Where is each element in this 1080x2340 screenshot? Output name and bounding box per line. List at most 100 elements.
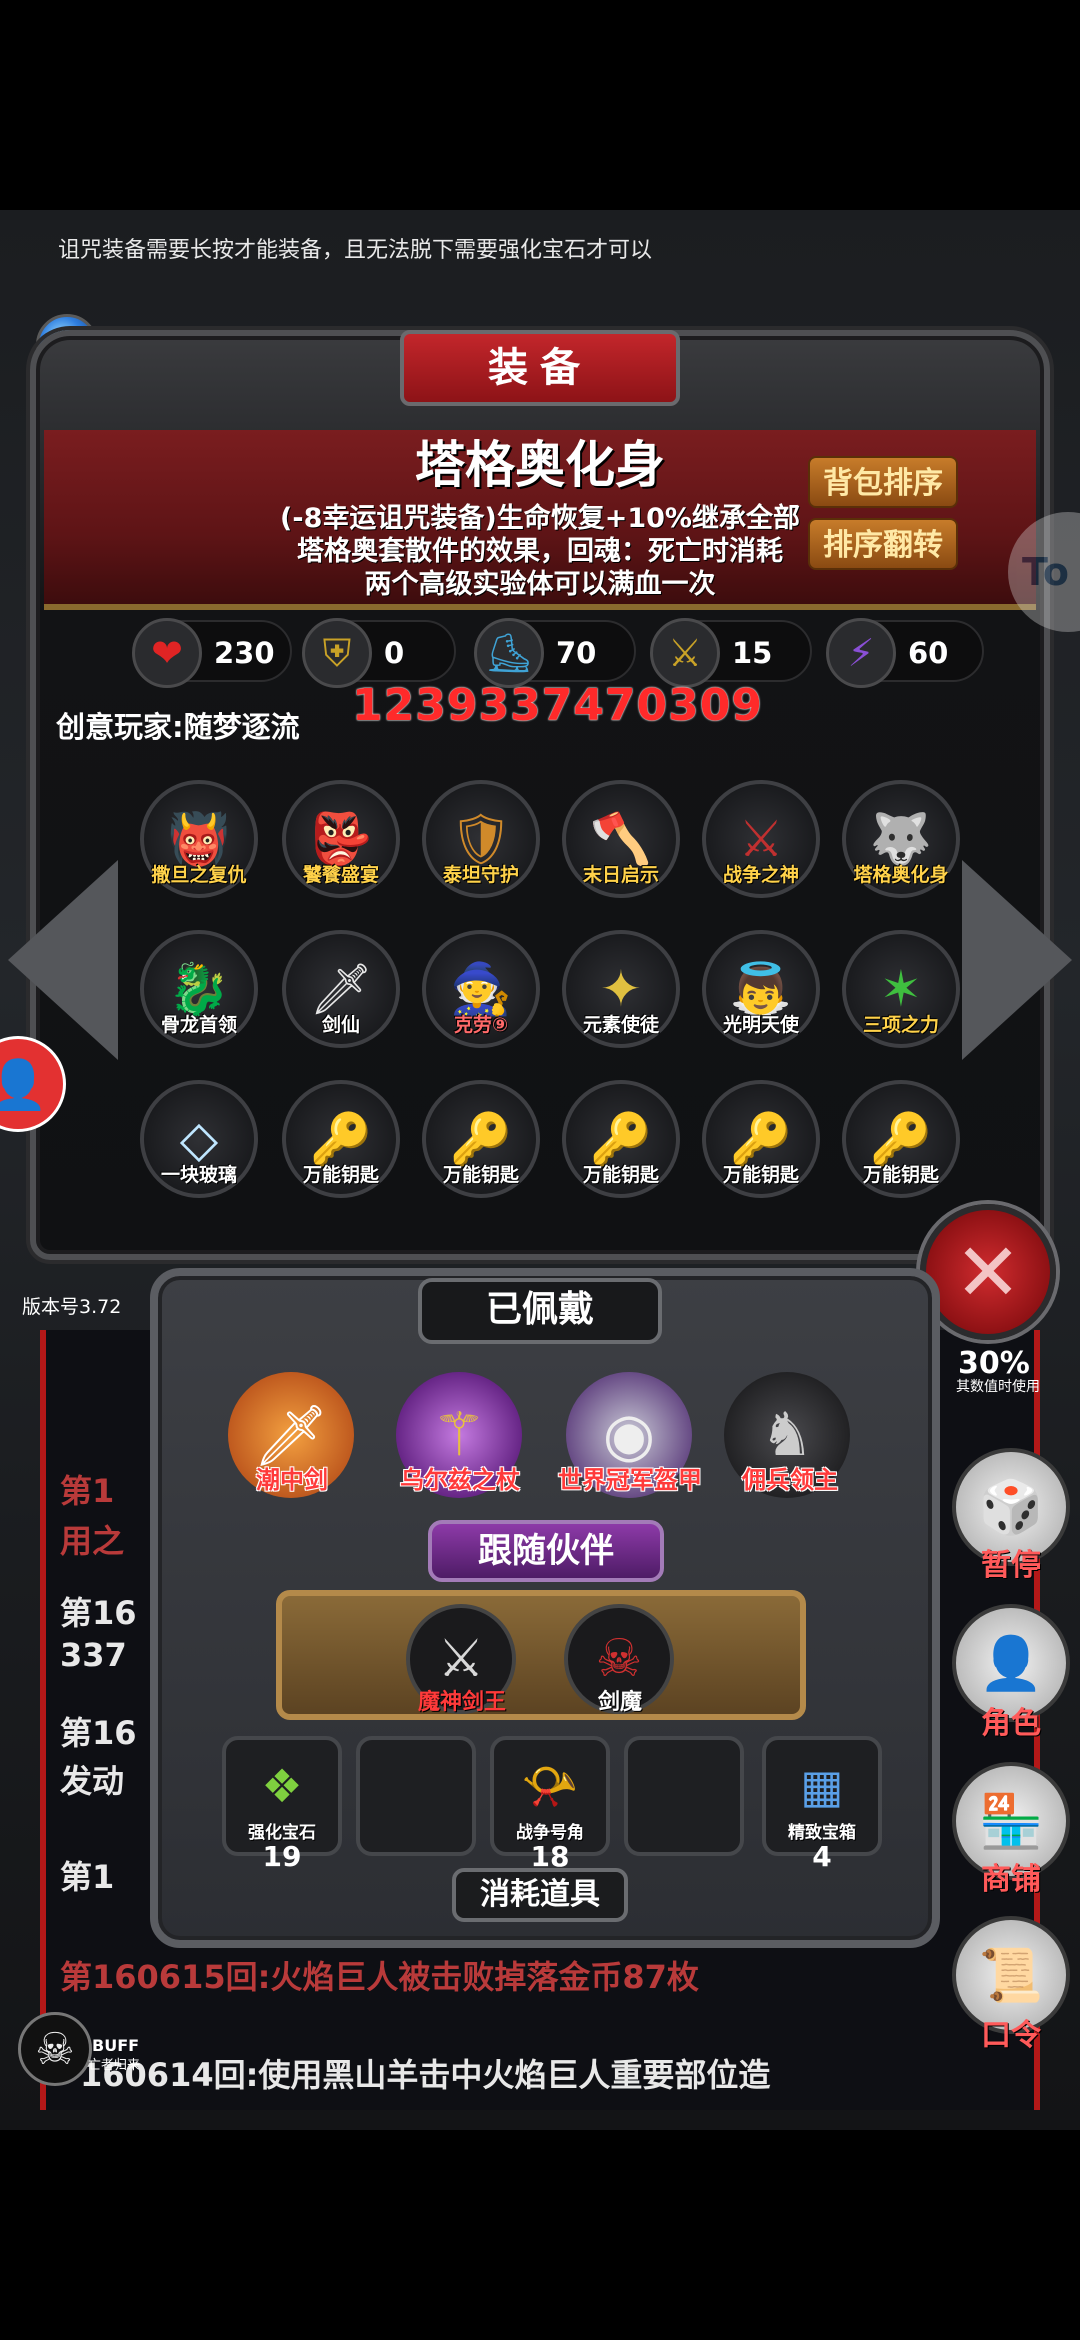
buff-skull-icon[interactable]: ☠ <box>18 2012 92 2086</box>
boot-icon: ⛸ <box>474 618 544 688</box>
sword-icon: ⚔ <box>650 618 720 688</box>
set-item-label: 万能钥匙 <box>862 1164 939 1186</box>
set-item[interactable]: 🔑 万能钥匙 <box>842 1080 960 1210</box>
buff-sub-label: 亡者归来 <box>88 2058 141 2073</box>
scroll-icon: 📜 <box>978 1945 1044 2006</box>
log-line: 337 <box>60 1636 127 1674</box>
stat-value: 230 <box>214 636 275 670</box>
lightning-icon: ⚡ <box>826 618 896 688</box>
equipped-title: 已佩戴 <box>418 1278 662 1344</box>
set-item[interactable]: 🔑 万能钥匙 <box>422 1080 540 1210</box>
companions-title: 跟随伙伴 <box>428 1520 664 1582</box>
character-label: 角色 <box>981 1706 1041 1741</box>
set-item-label: 光明天使 <box>722 1014 799 1036</box>
status-bar-area <box>0 0 1080 210</box>
consumable-slot[interactable]: ❖ 强化宝石 <box>222 1736 342 1856</box>
set-item-label: 万能钥匙 <box>582 1164 659 1186</box>
horn-icon: 📯 <box>521 1758 579 1813</box>
set-item-label: 万能钥匙 <box>302 1164 379 1186</box>
set-item[interactable]: ✶ 三项之力 <box>842 930 960 1060</box>
hint-text: 诅咒装备需要长按才能装备，且无法脱下需要强化宝石才可以 <box>58 238 653 263</box>
dice-icon: 🎲 <box>978 1477 1044 1538</box>
page-title: 装备 <box>400 330 680 406</box>
log-line: 第16 <box>60 1714 137 1752</box>
set-item[interactable]: 🔑 万能钥匙 <box>702 1080 820 1210</box>
set-item[interactable]: 👺 饕餮盛宴 <box>282 780 400 910</box>
set-item-label: 万能钥匙 <box>442 1164 519 1186</box>
set-item[interactable]: 👼 光明天使 <box>702 930 820 1060</box>
consumable-count: 4 <box>812 1840 832 1873</box>
effect-desc: 其数值时使用 <box>956 1379 1040 1395</box>
buff-label: BUFF <box>92 2036 140 2055</box>
pause-label: 暂停 <box>981 1548 1041 1583</box>
set-item-label: 撒旦之复仇 <box>151 864 247 886</box>
stat-attack: ⚔ 15 <box>650 618 812 688</box>
set-item-label: 克劳⑨ <box>453 1014 509 1036</box>
consumable-count: 19 <box>262 1840 302 1873</box>
set-item-label: 万能钥匙 <box>722 1164 799 1186</box>
password-label: 口令 <box>981 2018 1041 2053</box>
consumables-title: 消耗道具 <box>452 1868 628 1922</box>
stat-value: 15 <box>732 636 773 670</box>
log-line: 160614回:使用黑山羊击中火焰巨人重要部位造 <box>80 2056 771 2094</box>
sort-bag-button[interactable]: 背包排序 <box>808 456 958 508</box>
set-item[interactable]: 🔑 万能钥匙 <box>282 1080 400 1210</box>
set-item[interactable]: ⚔ 战争之神 <box>702 780 820 910</box>
sword-king-icon: ⚔ <box>437 1629 485 1689</box>
stat-armor: ⛨ 0 <box>302 618 456 688</box>
set-item[interactable]: 🪓 末日启示 <box>562 780 680 910</box>
close-button[interactable]: ✕ <box>920 1204 1056 1340</box>
chest-icon: ▦ <box>800 1759 844 1813</box>
set-item[interactable]: 🧙 克劳⑨ <box>422 930 540 1060</box>
companion-label: 剑魔 <box>597 1690 642 1715</box>
log-line: 第160615回:火焰巨人被击败掉落金币87枚 <box>60 1958 699 1996</box>
set-item-label: 战争之神 <box>722 864 799 886</box>
hood-icon: 👤 <box>978 1633 1044 1694</box>
stat-speed: ⛸ 70 <box>474 618 636 688</box>
player-label: 创意玩家:随梦逐流 <box>56 710 300 744</box>
log-line: 第1 <box>60 1472 115 1510</box>
navigation-bar-area <box>0 2130 1080 2340</box>
set-item[interactable]: 🐉 骨龙首领 <box>140 930 258 1060</box>
consumable-slot[interactable]: 📯 战争号角 <box>490 1736 610 1856</box>
consumable-slot-empty[interactable] <box>356 1736 476 1856</box>
prev-page-arrow-icon[interactable] <box>8 860 118 1060</box>
set-item[interactable]: ✦ 元素使徒 <box>562 930 680 1060</box>
set-item-label: 塔格奥化身 <box>853 864 949 886</box>
log-line: 第1 <box>60 1858 115 1896</box>
stat-value: 0 <box>384 636 405 670</box>
set-item[interactable]: 🛡 泰坦守护 <box>422 780 540 910</box>
heart-icon: ❤ <box>132 618 202 688</box>
set-item-label: 三项之力 <box>862 1014 939 1036</box>
sword-demon-icon: ☠ <box>595 1629 643 1689</box>
set-item[interactable]: 🗡 剑仙 <box>282 930 400 1060</box>
log-line: 第16 <box>60 1594 137 1632</box>
shop-label: 商铺 <box>981 1862 1041 1897</box>
set-item-label: 饕餮盛宴 <box>302 864 379 886</box>
stat-health: ❤ 230 <box>132 618 292 688</box>
set-item-label: 剑仙 <box>321 1014 360 1036</box>
set-item[interactable]: 🐺 塔格奥化身 <box>842 780 960 910</box>
consumable-slot-empty[interactable] <box>624 1736 744 1856</box>
stat-value: 70 <box>556 636 597 670</box>
log-line: 发动 <box>60 1762 125 1800</box>
set-item-label: 末日启示 <box>582 864 659 886</box>
set-desc-line: 两个高级实验体可以满血一次 <box>364 569 716 600</box>
set-item[interactable]: 🔑 万能钥匙 <box>562 1080 680 1210</box>
gem-icon: ❖ <box>261 1759 303 1813</box>
set-desc-line: 塔格奥套散件的效果，回魂：死亡时消耗 <box>297 536 783 567</box>
armor-icon: ⛨ <box>302 618 372 688</box>
log-line: 用之 <box>60 1522 125 1560</box>
close-icon: ✕ <box>954 1225 1022 1319</box>
set-description: (-8幸运诅咒装备)生命恢复+10%继承全部 塔格奥套散件的效果，回魂：死亡时消… <box>250 502 830 601</box>
set-item-label: 元素使徒 <box>582 1014 659 1036</box>
flip-sort-button[interactable]: 排序翻转 <box>808 518 958 570</box>
consumable-slot[interactable]: ▦ 精致宝箱 <box>762 1736 882 1856</box>
set-item-label: 一块玻璃 <box>160 1164 237 1186</box>
set-item[interactable]: ◇ 一块玻璃 <box>140 1080 258 1210</box>
set-item[interactable]: 👹 撒旦之复仇 <box>140 780 258 910</box>
companion-label: 魔神剑王 <box>417 1690 506 1715</box>
player-id: 1239337470309 <box>352 680 763 731</box>
shop-icon: 🏪 <box>978 1791 1044 1852</box>
version-label: 版本号3.72 <box>22 1296 122 1318</box>
